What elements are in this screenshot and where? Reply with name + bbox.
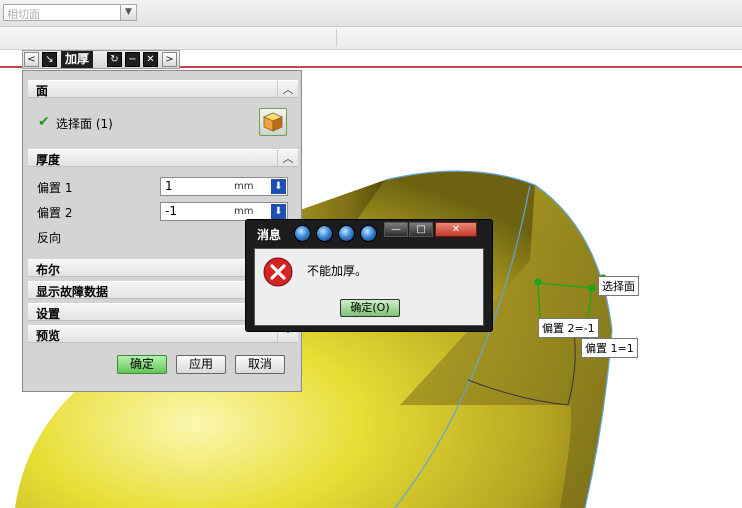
pin-icon[interactable]: ↘ <box>42 52 57 67</box>
close-icon[interactable]: ✕ <box>143 52 158 67</box>
section-face-label: 面 <box>36 84 49 98</box>
minimize-icon[interactable]: − <box>125 52 140 67</box>
section-preview-label: 预览 <box>36 329 61 343</box>
play-icon[interactable] <box>294 225 311 242</box>
offset2-label: 偏置 2 <box>37 206 73 220</box>
apply-button[interactable]: 应用 <box>176 355 226 374</box>
maximize-icon[interactable]: □ <box>409 222 433 237</box>
error-icon <box>263 257 293 287</box>
orb-icon[interactable] <box>316 225 333 242</box>
message-text: 不能加厚。 <box>307 264 368 278</box>
message-body: 不能加厚。 确定(O) <box>254 248 484 326</box>
cube-icon <box>263 112 283 132</box>
reset-icon[interactable]: ↻ <box>107 52 122 67</box>
callout-select-face[interactable]: 选择面 <box>598 276 639 296</box>
chevron-up-icon[interactable]: ︿ <box>277 150 298 167</box>
close-icon[interactable]: ✕ <box>435 222 477 237</box>
callout-offset-2[interactable]: 偏置 2=-1 <box>538 318 599 338</box>
message-title: 消息 <box>257 228 282 242</box>
thicken-dialog-titlebar[interactable]: < ↘ 加厚 ↻ − ✕ > <box>22 50 180 69</box>
offset2-value[interactable]: -1 <box>165 204 177 218</box>
orb-icon[interactable] <box>338 225 355 242</box>
section-face[interactable]: 面 ︿ <box>28 80 298 98</box>
ok-button[interactable]: 确定 <box>117 355 167 374</box>
forward-arrow-icon[interactable]: > <box>162 52 177 67</box>
selection-filter-value: 相切面 <box>7 8 40 21</box>
offset1-field[interactable]: 1 mm ⬇ <box>160 177 288 196</box>
cancel-button[interactable]: 取消 <box>235 355 285 374</box>
top-toolbar: 相切面 ▼ <box>0 0 742 27</box>
offset1-unit: mm <box>234 181 254 192</box>
section-show-failure-label: 显示故障数据 <box>36 285 109 299</box>
select-face-label: 选择面 (1) <box>56 117 113 131</box>
section-thickness-label: 厚度 <box>36 153 61 167</box>
minimize-icon[interactable]: — <box>384 222 408 237</box>
section-settings-label: 设置 <box>36 307 61 321</box>
section-thickness[interactable]: 厚度 ︿ <box>28 149 298 167</box>
back-arrow-icon[interactable]: < <box>24 52 39 67</box>
dialog-title: 加厚 <box>61 51 94 68</box>
checkmark-icon: ✔ <box>38 114 50 130</box>
callout-offset-1[interactable]: 偏置 1=1 <box>581 338 638 358</box>
chevron-down-icon[interactable]: ▼ <box>120 5 136 20</box>
message-ok-button[interactable]: 确定(O) <box>340 299 400 317</box>
section-boolean-label: 布尔 <box>36 263 61 277</box>
chevron-up-icon[interactable]: ︿ <box>277 81 298 98</box>
offset1-value[interactable]: 1 <box>165 179 173 193</box>
message-dialog: 消息 — □ ✕ 不能加厚。 确定(O) <box>245 219 493 332</box>
selection-filter-dropdown[interactable]: 相切面 ▼ <box>3 4 137 21</box>
arrow-down-icon[interactable]: ⬇ <box>271 204 286 219</box>
offset1-label: 偏置 1 <box>37 181 73 195</box>
reverse-label: 反向 <box>37 231 62 245</box>
secondary-toolbar <box>0 27 742 50</box>
arrow-down-icon[interactable]: ⬇ <box>271 179 286 194</box>
orb-icon[interactable] <box>360 225 377 242</box>
face-selection-button[interactable] <box>259 108 287 136</box>
toolbar-divider <box>336 29 337 47</box>
offset2-unit: mm <box>234 206 254 217</box>
